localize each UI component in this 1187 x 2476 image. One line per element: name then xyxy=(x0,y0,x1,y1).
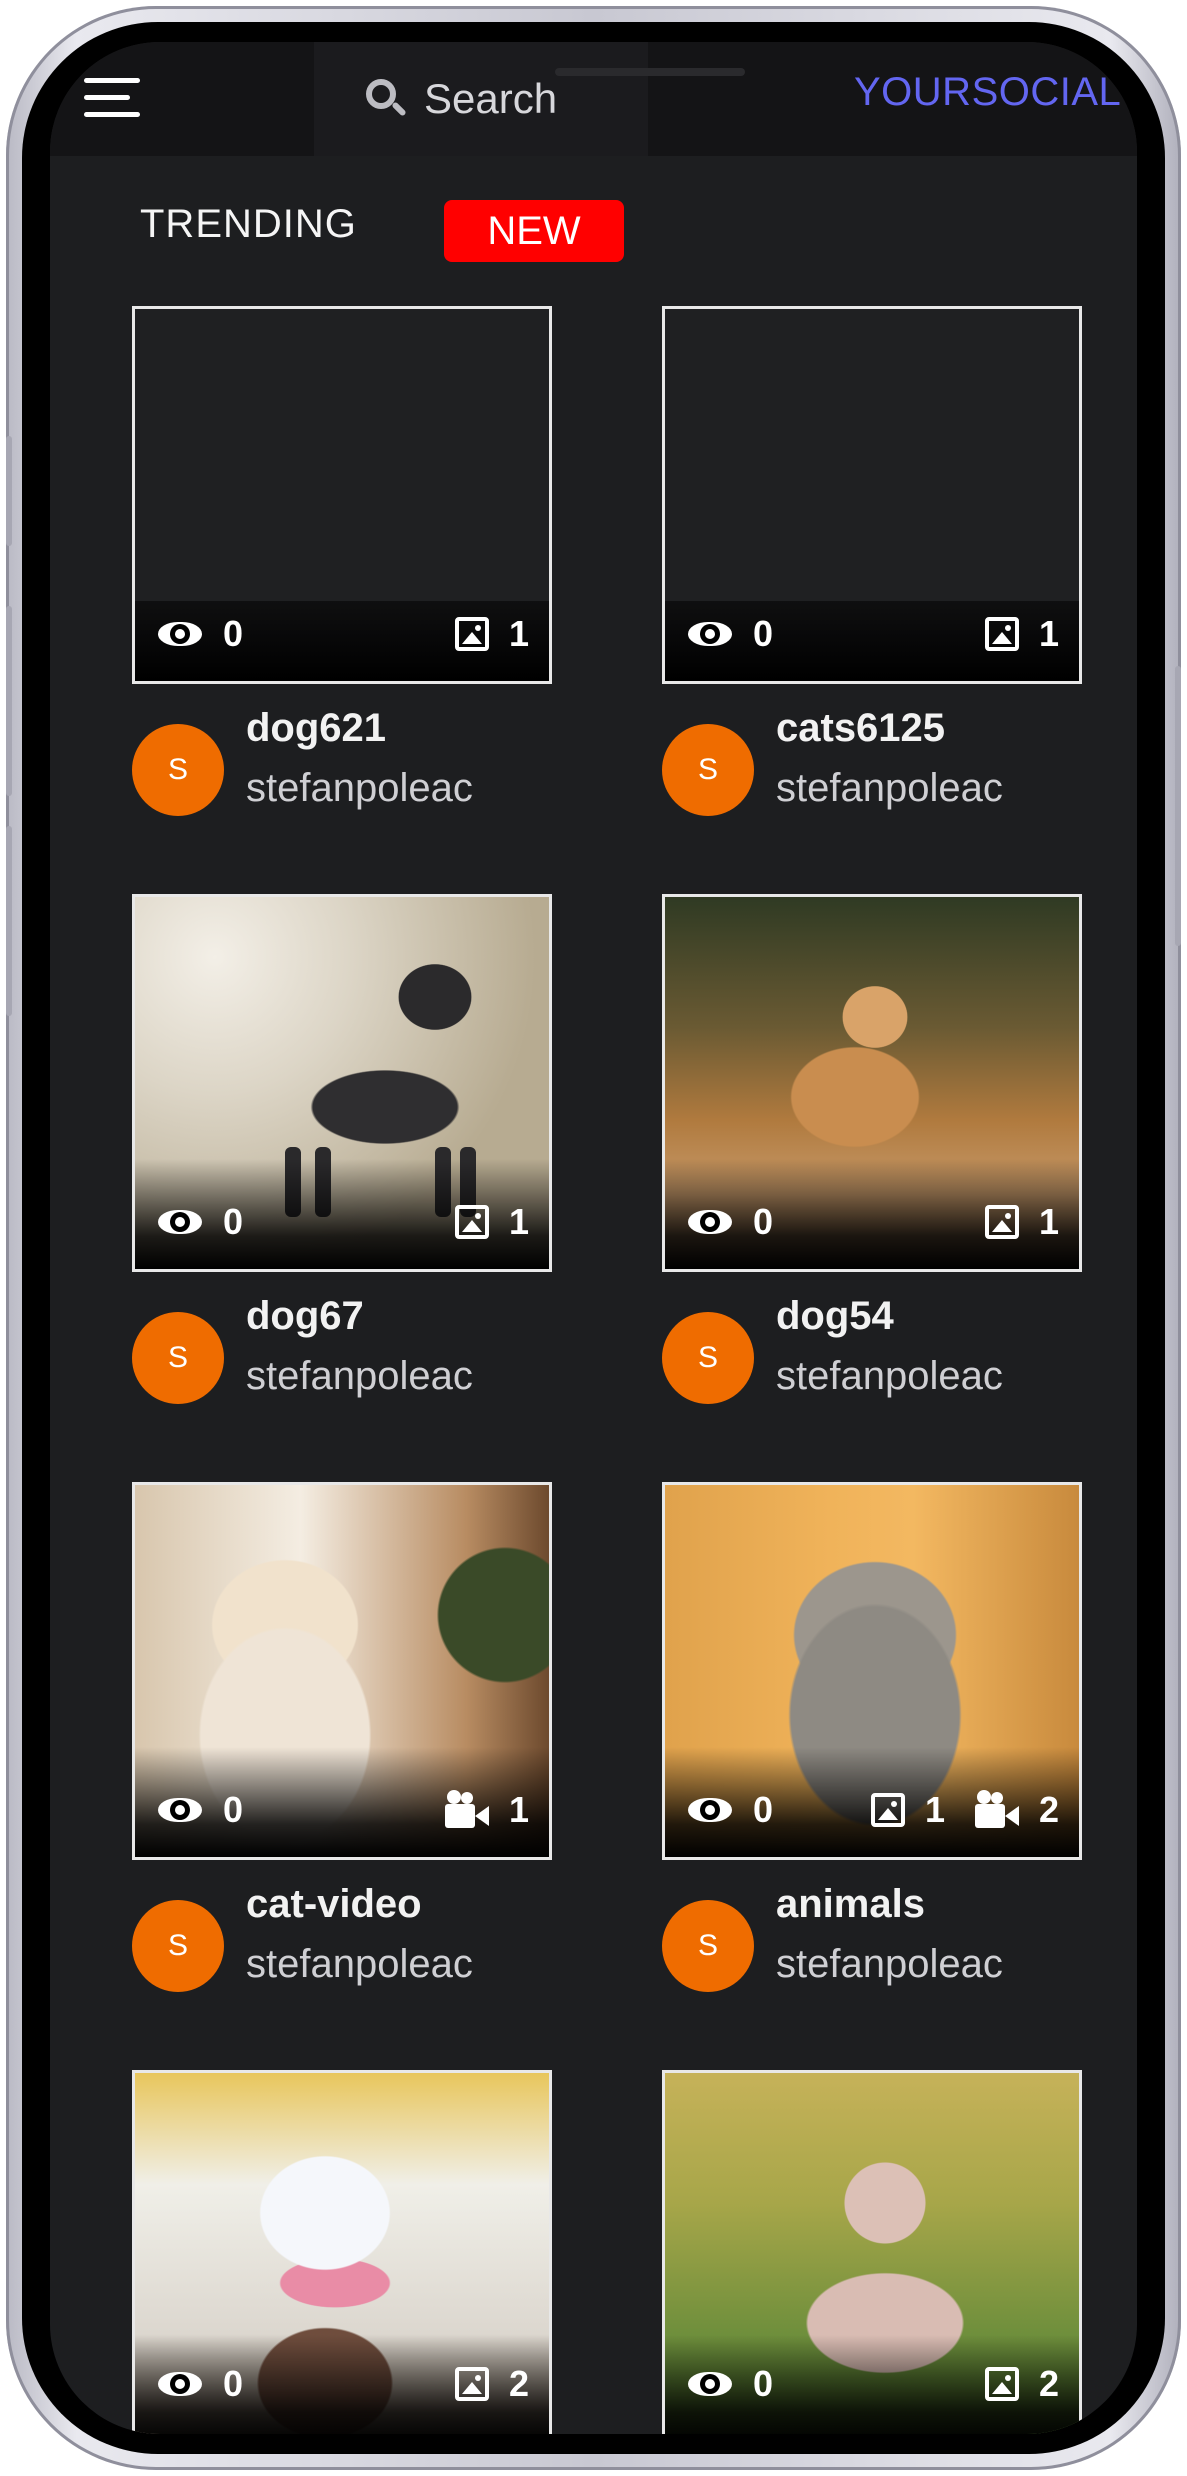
search-button[interactable]: Search xyxy=(314,42,648,156)
phone-speaker xyxy=(555,68,745,76)
tab-new[interactable]: NEW xyxy=(444,200,624,262)
views-count: 0 xyxy=(753,613,774,654)
post-title[interactable]: dog67 xyxy=(246,1294,364,1339)
post-card: 0 1 S cats6125 stefanpoleac xyxy=(662,306,1082,822)
post-card: 0 2 xyxy=(662,2070,1082,2434)
post-author[interactable]: stefanpoleac xyxy=(776,1942,1003,1987)
post-meta: S dog54 stefanpoleac xyxy=(662,1294,1082,1410)
video-camera-icon xyxy=(974,1790,1019,1830)
eye-icon xyxy=(687,2369,733,2399)
avatar[interactable]: S xyxy=(132,1900,224,1992)
eye-icon xyxy=(157,619,203,649)
top-navigation-bar: Search YOURSOCIAL xyxy=(50,42,1137,156)
avatar[interactable]: S xyxy=(132,724,224,816)
post-author[interactable]: stefanpoleac xyxy=(246,1942,473,1987)
images-count: 2 xyxy=(1038,2363,1059,2404)
post-author[interactable]: stefanpoleac xyxy=(246,766,473,811)
eye-icon xyxy=(157,1207,203,1237)
tab-trending[interactable]: TRENDING xyxy=(140,202,357,247)
avatar[interactable]: S xyxy=(662,1312,754,1404)
eye-icon xyxy=(687,1795,733,1825)
images-count: 1 xyxy=(508,613,529,654)
images-count: 2 xyxy=(508,2363,529,2404)
post-thumbnail[interactable]: 0 2 xyxy=(132,2070,552,2434)
images-count: 1 xyxy=(1038,613,1059,654)
post-title[interactable]: dog54 xyxy=(776,1294,894,1339)
views-count: 0 xyxy=(753,2363,774,2404)
post-card: 0 1 S cat-video stefanpoleac xyxy=(132,1482,552,1998)
image-icon xyxy=(984,1205,1019,1239)
image-icon xyxy=(454,617,489,651)
volume-up-button xyxy=(6,606,12,796)
mute-switch xyxy=(6,436,12,546)
eye-icon xyxy=(687,1207,733,1237)
post-meta: S dog621 stefanpoleac xyxy=(132,706,552,822)
search-label: Search xyxy=(424,75,558,122)
search-icon xyxy=(364,77,408,121)
post-title[interactable]: cat-video xyxy=(246,1882,422,1927)
images-count: 1 xyxy=(1038,1201,1059,1242)
avatar[interactable]: S xyxy=(132,1312,224,1404)
post-title[interactable]: cats6125 xyxy=(776,706,945,751)
post-card: 0 1 S dog621 stefanpoleac xyxy=(132,306,552,822)
post-author[interactable]: stefanpoleac xyxy=(776,1354,1003,1399)
eye-icon xyxy=(687,619,733,649)
image-icon xyxy=(870,1793,905,1827)
image-icon xyxy=(454,2367,489,2401)
eye-icon xyxy=(157,2369,203,2399)
post-meta: S animals stefanpoleac xyxy=(662,1882,1082,1998)
brand-logo[interactable]: YOURSOCIAL xyxy=(854,70,1121,115)
app-screen: Search YOURSOCIAL TRENDING NEW 0 1 S dog… xyxy=(50,42,1137,2434)
post-card: 0 1 S dog67 stefanpoleac xyxy=(132,894,552,1410)
power-button xyxy=(1175,666,1181,946)
views-count: 0 xyxy=(753,1201,774,1242)
post-title[interactable]: dog621 xyxy=(246,706,386,751)
volume-down-button xyxy=(6,826,12,1016)
post-meta: S dog67 stefanpoleac xyxy=(132,1294,552,1410)
post-thumbnail[interactable]: 0 2 xyxy=(662,2070,1082,2434)
eye-icon xyxy=(157,1795,203,1825)
image-icon xyxy=(984,2367,1019,2401)
post-author[interactable]: stefanpoleac xyxy=(776,766,1003,811)
post-meta: S cat-video stefanpoleac xyxy=(132,1882,552,1998)
views-count: 0 xyxy=(223,1789,244,1830)
video-camera-icon xyxy=(444,1790,489,1830)
post-thumbnail[interactable]: 0 1 xyxy=(662,894,1082,1272)
images-count: 1 xyxy=(924,1789,945,1830)
image-icon xyxy=(454,1205,489,1239)
post-card: 0 1 2 S animals stefanpoleac xyxy=(662,1482,1082,1998)
views-count: 0 xyxy=(223,613,244,654)
post-meta: S cats6125 stefanpoleac xyxy=(662,706,1082,822)
hamburger-menu-icon[interactable] xyxy=(84,76,142,120)
post-thumbnail[interactable]: 0 1 xyxy=(132,1482,552,1860)
post-thumbnail[interactable]: 0 1 xyxy=(132,306,552,684)
videos-count: 2 xyxy=(1038,1789,1059,1830)
avatar[interactable]: S xyxy=(662,1900,754,1992)
views-count: 0 xyxy=(223,1201,244,1242)
videos-count: 1 xyxy=(508,1789,529,1830)
images-count: 1 xyxy=(508,1201,529,1242)
post-title[interactable]: animals xyxy=(776,1882,925,1927)
post-thumbnail[interactable]: 0 1 xyxy=(662,306,1082,684)
views-count: 0 xyxy=(753,1789,774,1830)
post-card: 0 1 S dog54 stefanpoleac xyxy=(662,894,1082,1410)
image-icon xyxy=(984,617,1019,651)
views-count: 0 xyxy=(223,2363,244,2404)
post-author[interactable]: stefanpoleac xyxy=(246,1354,473,1399)
post-thumbnail[interactable]: 0 1 2 xyxy=(662,1482,1082,1860)
avatar[interactable]: S xyxy=(662,724,754,816)
post-thumbnail[interactable]: 0 1 xyxy=(132,894,552,1272)
post-card: 0 2 xyxy=(132,2070,552,2434)
